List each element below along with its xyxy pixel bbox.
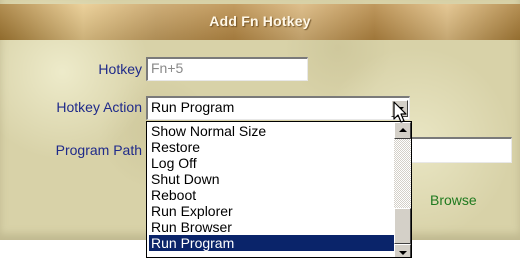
hotkey-action-label: Hotkey Action <box>56 99 142 115</box>
browse-button[interactable]: Browse <box>430 192 477 208</box>
scroll-up-arrow-icon <box>399 128 407 132</box>
mouse-pointer-icon <box>393 101 407 123</box>
program-path-label: Program Path <box>55 142 142 158</box>
dropdown-option-run-explorer[interactable]: Run Explorer <box>149 203 394 219</box>
hotkey-action-selected-value: Run Program <box>151 99 235 115</box>
scrollbar-thumb[interactable] <box>394 208 411 244</box>
dropdown-option-show-normal-size[interactable]: Show Normal Size <box>149 123 394 139</box>
title-bar: Add Fn Hotkey <box>0 4 520 40</box>
hotkey-action-dropdown-list[interactable]: Show Normal Size Restore Log Off Shut Do… <box>146 121 412 258</box>
hotkey-label: Hotkey <box>98 61 142 77</box>
scroll-down-arrow-icon <box>399 251 407 255</box>
dropdown-option-run-program[interactable]: Run Program <box>149 235 394 251</box>
hotkey-input[interactable]: Fn+5 <box>146 57 308 81</box>
dropdown-scrollbar[interactable] <box>394 122 411 257</box>
dropdown-option-shut-down[interactable]: Shut Down <box>149 171 394 187</box>
dropdown-option-reboot[interactable]: Reboot <box>149 187 394 203</box>
hotkey-action-select[interactable]: Run Program <box>146 96 410 120</box>
dropdown-option-restore[interactable]: Restore <box>149 139 394 155</box>
scroll-down-button[interactable] <box>394 244 411 257</box>
program-path-input[interactable] <box>404 137 512 163</box>
dropdown-option-run-browser[interactable]: Run Browser <box>149 219 394 235</box>
dialog-title: Add Fn Hotkey <box>209 13 311 29</box>
dropdown-option-log-off[interactable]: Log Off <box>149 155 394 171</box>
